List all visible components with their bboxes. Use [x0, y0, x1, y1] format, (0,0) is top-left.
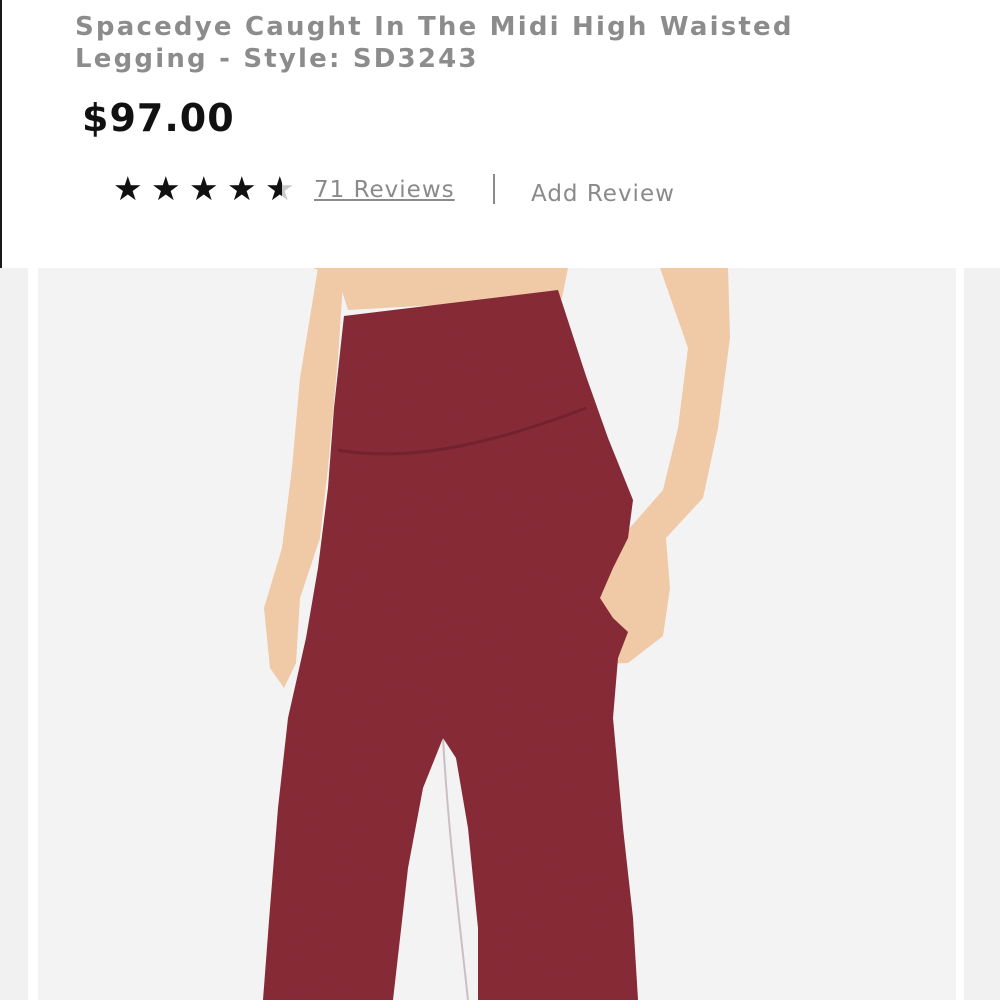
product-image-gallery[interactable]	[0, 268, 1000, 1000]
add-review-link[interactable]: Add Review	[531, 180, 675, 208]
page-left-border	[0, 0, 2, 268]
rating-row: ★ ★ ★ ★ ★ ★ ★ ★ ★ ★ 71 Reviews Add Review	[113, 170, 713, 210]
product-title: Spacedye Caught In The Midi High Waisted…	[75, 12, 794, 75]
next-image-peek[interactable]	[964, 268, 1000, 1000]
rating-divider	[493, 174, 495, 204]
previous-image-peek[interactable]	[0, 268, 28, 1000]
star-rating[interactable]: ★ ★ ★ ★ ★ ★ ★ ★ ★ ★	[113, 172, 299, 206]
half-star-icon: ★ ★	[265, 169, 295, 208]
product-photo[interactable]	[38, 268, 956, 1000]
reviews-count-link[interactable]: 71 Reviews	[314, 176, 455, 204]
star-icon: ★ ★	[227, 169, 257, 208]
star-icon: ★ ★	[189, 169, 219, 208]
star-icon: ★ ★	[151, 169, 181, 208]
star-icon: ★ ★	[113, 169, 143, 208]
model-illustration	[263, 268, 730, 1000]
product-price: $97.00	[82, 96, 235, 140]
